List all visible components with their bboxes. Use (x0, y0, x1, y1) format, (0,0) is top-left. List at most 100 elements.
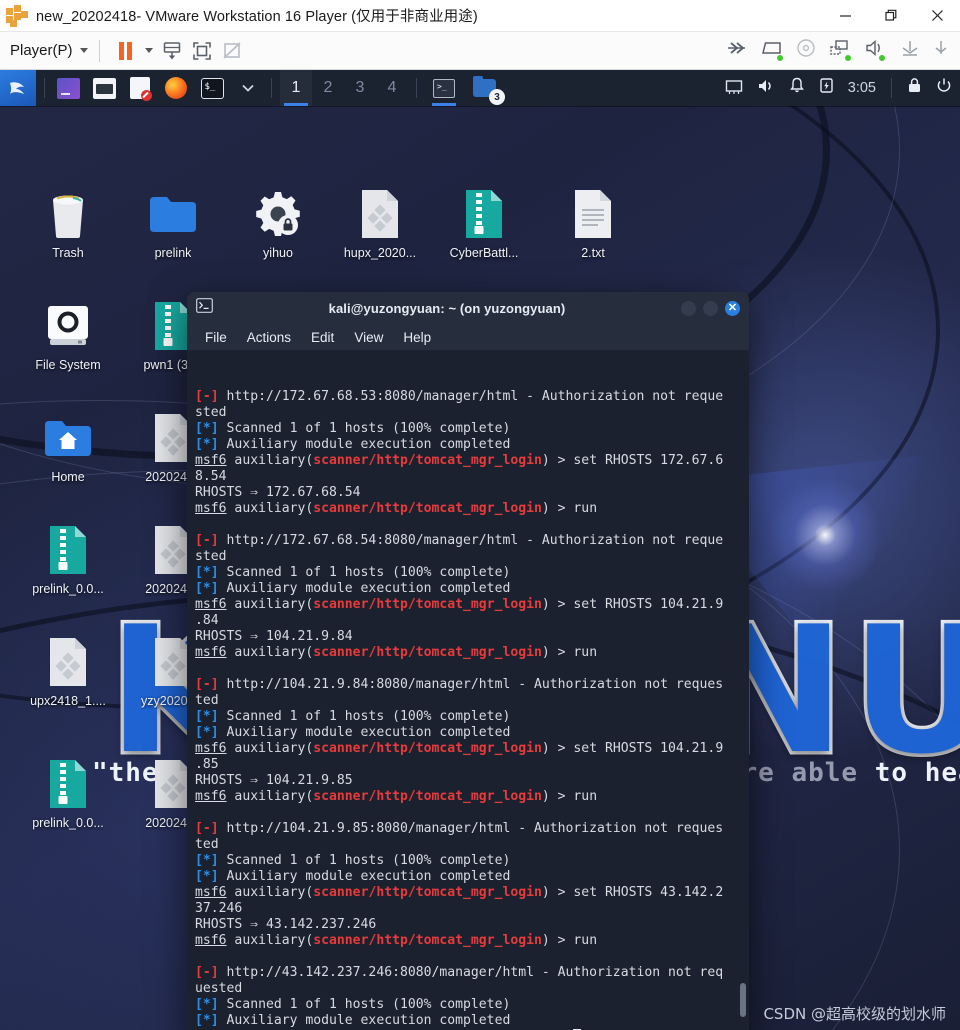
suspend-icon[interactable] (111, 37, 141, 65)
terminal-icon (196, 298, 213, 318)
desktop-icon[interactable]: 2.txt (543, 188, 643, 261)
terminal-titlebar[interactable]: kali@yuzongyuan: ~ (on yuzongyuan) ✕ (187, 292, 749, 324)
desktop-icon-label: CyberBattl... (449, 246, 519, 260)
launcher-terminal-emulator[interactable] (53, 73, 83, 103)
terminal-title: kali@yuzongyuan: ~ (on yuzongyuan) (328, 300, 566, 316)
launcher-firefox[interactable] (161, 73, 191, 103)
home-folder-icon (42, 412, 94, 464)
workspace-4[interactable]: 4 (376, 70, 408, 106)
maximize-button[interactable] (703, 300, 718, 316)
desktop-icon[interactable]: CyberBattl... (434, 188, 534, 261)
toolbar-separator (98, 39, 100, 62)
desktop-icon[interactable]: Home (18, 412, 118, 485)
terminal-output[interactable]: [-] http://172.67.68.53:8080/manager/htm… (187, 351, 749, 1030)
menu-file[interactable]: File (205, 330, 227, 345)
player-menu-button[interactable]: Player(P) (10, 42, 88, 59)
terminal-line: [*] Scanned 1 of 1 hosts (100% complete) (195, 853, 511, 868)
suspend-dropdown-caret-icon[interactable] (141, 37, 157, 65)
desktop-icon[interactable]: prelink_0.0... (18, 524, 118, 597)
archive-icon (458, 188, 510, 240)
desktop-icon[interactable]: prelink (123, 188, 223, 261)
launcher-dropdown[interactable] (233, 73, 263, 103)
terminal-line: [*] Scanned 1 of 1 hosts (100% complete) (195, 997, 511, 1012)
workspace-label: 1 (291, 79, 301, 96)
desktop-icon-label: prelink_0.0... (32, 816, 104, 830)
task-terminal[interactable]: >_ (429, 70, 459, 106)
desktop-icon-label: yihuo (263, 246, 293, 260)
workspace-label: 2 (323, 79, 333, 96)
close-button[interactable] (914, 0, 960, 32)
firefox-icon (165, 77, 187, 99)
sound-card-icon[interactable] (864, 39, 886, 62)
hard-disk-icon[interactable] (761, 39, 783, 62)
desktop-icon[interactable]: yihuo (228, 188, 328, 261)
clock[interactable]: 3:05 (848, 80, 876, 96)
terminal-line: RHOSTS ⇒ 104.21.9.84 (195, 629, 353, 644)
generic-file-icon (354, 188, 406, 240)
fullscreen-icon[interactable] (187, 37, 217, 65)
terminal-window[interactable]: kali@yuzongyuan: ~ (on yuzongyuan) ✕ Fil… (187, 292, 749, 1030)
terminal-line: [-] http://104.21.9.84:8080/manager/html… (195, 677, 724, 692)
desktop-icon[interactable]: Trash (18, 188, 118, 261)
minimize-button[interactable] (822, 0, 868, 32)
launcher-file-manager[interactable] (89, 73, 119, 103)
menu-actions[interactable]: Actions (247, 330, 291, 345)
desktop-icon[interactable]: hupx_2020... (330, 188, 430, 261)
terminal-line: uested (195, 981, 243, 996)
kali-dragon-icon[interactable] (0, 70, 36, 106)
unity-icon[interactable] (217, 37, 247, 65)
terminal-line: ted (195, 837, 219, 852)
terminal-line: [-] http://43.142.237.246:8080/manager/h… (195, 965, 724, 980)
text-file-icon (567, 188, 619, 240)
network-fastforward-icon[interactable] (726, 40, 748, 61)
chevron-down-icon (242, 84, 254, 92)
snapshot-icon[interactable] (157, 37, 187, 65)
terminal-scrollbar-thumb[interactable] (740, 983, 746, 1017)
desktop-icon[interactable]: File System (18, 300, 118, 373)
guest-screen: KALI LINUX "the quieter you become, the … (0, 70, 960, 1030)
launcher-text-editor[interactable] (125, 73, 155, 103)
cd-dvd-icon[interactable] (796, 38, 816, 63)
workspace-label: 3 (355, 79, 365, 96)
task-file-manager[interactable]: 3 (469, 70, 505, 106)
menu-help[interactable]: Help (403, 330, 431, 345)
terminal-line: msf6 auxiliary(scanner/http/tomcat_mgr_l… (195, 741, 724, 756)
wallpaper-lens-flare (760, 470, 890, 600)
terminal-line: msf6 auxiliary(scanner/http/tomcat_mgr_l… (195, 933, 598, 948)
terminal-line: .85 (195, 757, 219, 772)
workspace-3[interactable]: 3 (344, 70, 376, 106)
terminal-menubar: File Actions Edit View Help (187, 324, 749, 351)
usb-icon[interactable] (934, 39, 948, 62)
desktop-icon[interactable]: upx2418_1.... (18, 636, 118, 709)
terminal-line: [*] Auxiliary module execution completed (195, 581, 511, 596)
taskbar-divider (44, 78, 45, 98)
workspace-1[interactable]: 1 (280, 70, 312, 106)
lock-icon[interactable] (907, 77, 922, 99)
menu-view[interactable]: View (354, 330, 383, 345)
workspace-label: 4 (387, 79, 397, 96)
terminal-line: sted (195, 405, 227, 420)
vmware-logo-icon (6, 4, 28, 27)
volume-icon[interactable] (757, 78, 775, 99)
launcher-terminal[interactable]: $_ (197, 73, 227, 103)
vmware-titlebar: new_20202418- VMware Workstation 16 Play… (0, 0, 960, 32)
tray-divider (891, 78, 892, 98)
network-icon[interactable] (725, 78, 743, 99)
taskbar-window-list: >_ 3 (425, 70, 505, 106)
player-menu-label: Player(P) (10, 42, 73, 59)
archive-icon (42, 524, 94, 576)
terminal-icon: >_ (433, 78, 455, 98)
restore-button[interactable] (868, 0, 914, 32)
printer-icon[interactable] (899, 39, 921, 62)
workspace-2[interactable]: 2 (312, 70, 344, 106)
close-button[interactable]: ✕ (725, 300, 740, 316)
desktop-icon[interactable]: prelink_0.0... (18, 758, 118, 831)
network-adapter-icon[interactable] (829, 39, 851, 62)
power-icon[interactable] (936, 77, 952, 99)
notifications-bell-icon[interactable] (789, 77, 805, 99)
battery-icon[interactable] (819, 77, 834, 99)
minimize-button[interactable] (681, 300, 696, 316)
menu-edit[interactable]: Edit (311, 330, 334, 345)
